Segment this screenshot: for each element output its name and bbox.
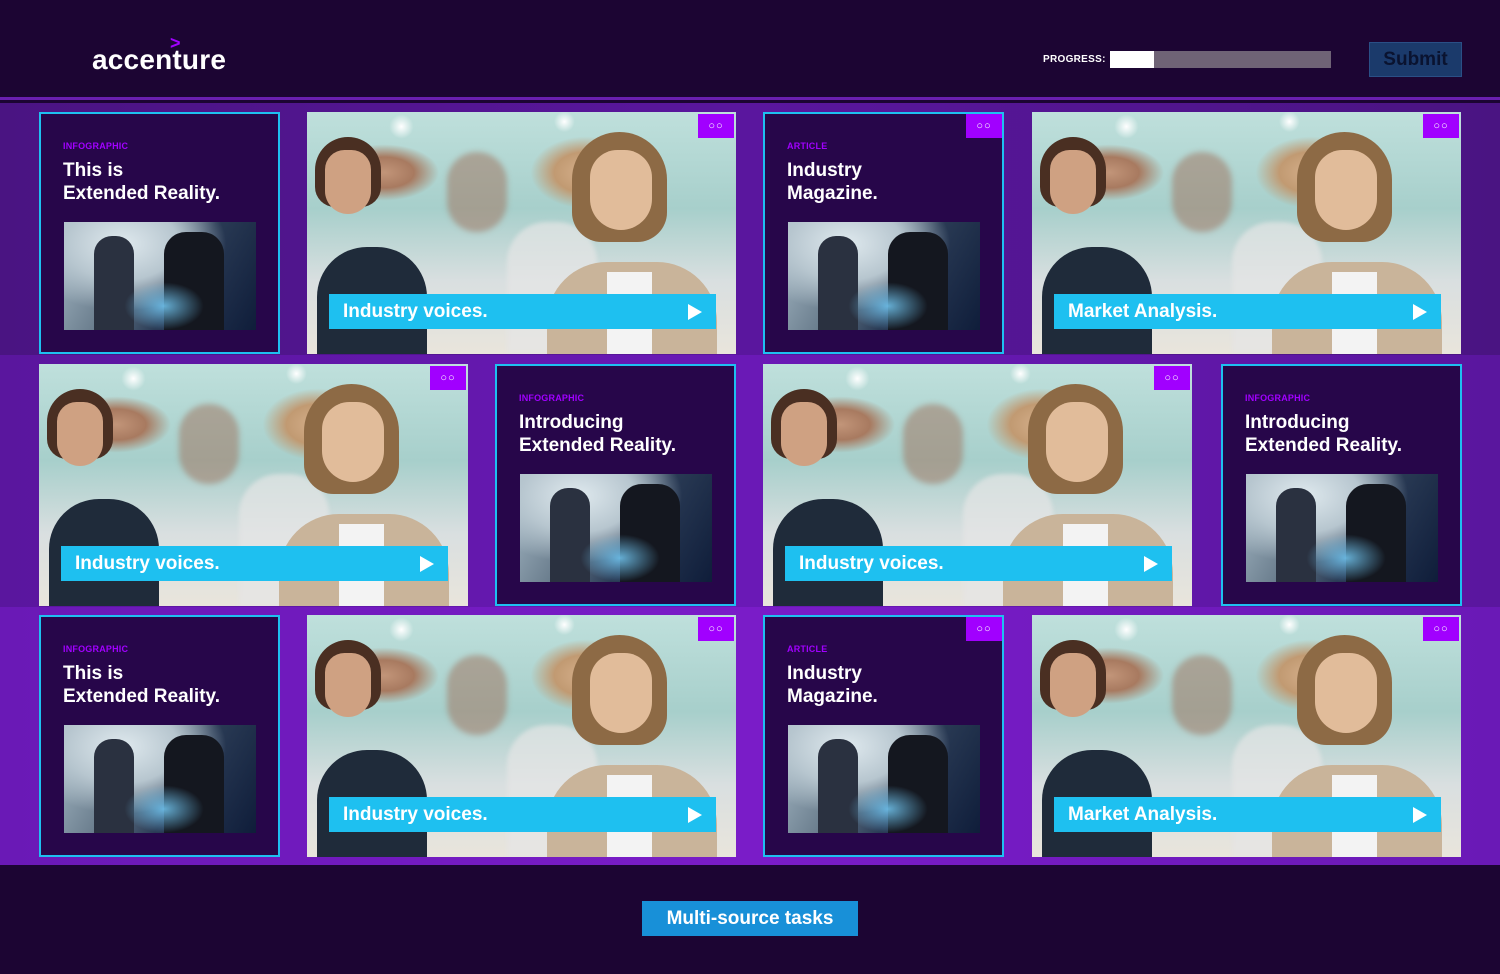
play-icon xyxy=(1413,807,1427,823)
play-icon xyxy=(420,556,434,572)
video-cta-banner[interactable]: Industry voices. xyxy=(329,294,716,329)
tile-options-icon[interactable]: ○○ xyxy=(698,114,734,138)
infographic-card[interactable]: INFOGRAPHIC This is Extended Reality. xyxy=(39,112,280,354)
progress-bar xyxy=(1110,51,1331,68)
cta-label: Market Analysis. xyxy=(1068,300,1218,322)
tile-options-icon[interactable]: ○○ xyxy=(1423,617,1459,641)
card-title: This is Extended Reality. xyxy=(63,663,220,707)
infographic-card[interactable]: INFOGRAPHIC This is Extended Reality. xyxy=(39,615,280,857)
card-tag: ARTICLE xyxy=(787,141,828,151)
card-tag: INFOGRAPHIC xyxy=(63,644,129,654)
card-title: Introducing Extended Reality. xyxy=(1245,412,1402,456)
progress-label: PROGRESS: xyxy=(1043,54,1106,65)
progress-bar-fill xyxy=(1110,51,1155,68)
cta-label: Industry voices. xyxy=(75,552,220,574)
video-cta-banner[interactable]: Market Analysis. xyxy=(1054,797,1441,832)
card-tag: INFOGRAPHIC xyxy=(1245,393,1311,403)
video-tile[interactable]: ○○ Industry voices. xyxy=(39,364,468,606)
video-tile[interactable]: ○○ Industry voices. xyxy=(307,112,736,354)
card-title: Industry Magazine. xyxy=(787,663,878,707)
tile-options-icon[interactable]: ○○ xyxy=(1154,366,1190,390)
vr-thumbnail-image xyxy=(64,222,256,330)
multi-source-tasks-button[interactable]: Multi-source tasks xyxy=(642,901,858,936)
cta-label: Industry voices. xyxy=(343,300,488,322)
play-icon xyxy=(688,304,702,320)
video-cta-banner[interactable]: Industry voices. xyxy=(61,546,448,581)
video-cta-banner[interactable]: Market Analysis. xyxy=(1054,294,1441,329)
video-tile[interactable]: ○○ Industry voices. xyxy=(307,615,736,857)
card-tag: ARTICLE xyxy=(787,644,828,654)
article-card[interactable]: ○○ ARTICLE Industry Magazine. xyxy=(763,615,1004,857)
card-title: This is Extended Reality. xyxy=(63,160,220,204)
article-card[interactable]: ○○ ARTICLE Industry Magazine. xyxy=(763,112,1004,354)
tile-options-icon[interactable]: ○○ xyxy=(1423,114,1459,138)
brand-logo: accenture xyxy=(92,44,227,75)
vr-thumbnail-image xyxy=(788,725,980,833)
cta-label: Market Analysis. xyxy=(1068,803,1218,825)
vr-thumbnail-image xyxy=(788,222,980,330)
tile-options-icon[interactable]: ○○ xyxy=(698,617,734,641)
submit-button[interactable]: Submit xyxy=(1369,42,1462,77)
vr-thumbnail-image xyxy=(520,474,712,582)
infographic-card[interactable]: INFOGRAPHIC Introducing Extended Reality. xyxy=(495,364,736,606)
tile-options-icon[interactable]: ○○ xyxy=(430,366,466,390)
tile-options-icon[interactable]: ○○ xyxy=(966,114,1002,138)
tile-options-icon[interactable]: ○○ xyxy=(966,617,1002,641)
play-icon xyxy=(688,807,702,823)
card-title: Industry Magazine. xyxy=(787,160,878,204)
vr-thumbnail-image xyxy=(1246,474,1438,582)
video-tile[interactable]: ○○ Market Analysis. xyxy=(1032,112,1461,354)
video-cta-banner[interactable]: Industry voices. xyxy=(785,546,1172,581)
cta-label: Industry voices. xyxy=(343,803,488,825)
infographic-card[interactable]: INFOGRAPHIC Introducing Extended Reality. xyxy=(1221,364,1462,606)
video-cta-banner[interactable]: Industry voices. xyxy=(329,797,716,832)
video-tile[interactable]: ○○ Industry voices. xyxy=(763,364,1192,606)
card-tag: INFOGRAPHIC xyxy=(63,141,129,151)
header-bar: > accenture PROGRESS: Submit xyxy=(0,0,1500,100)
video-tile[interactable]: ○○ Market Analysis. xyxy=(1032,615,1461,857)
card-tag: INFOGRAPHIC xyxy=(519,393,585,403)
vr-thumbnail-image xyxy=(64,725,256,833)
cta-label: Industry voices. xyxy=(799,552,944,574)
play-icon xyxy=(1144,556,1158,572)
card-title: Introducing Extended Reality. xyxy=(519,412,676,456)
play-icon xyxy=(1413,304,1427,320)
